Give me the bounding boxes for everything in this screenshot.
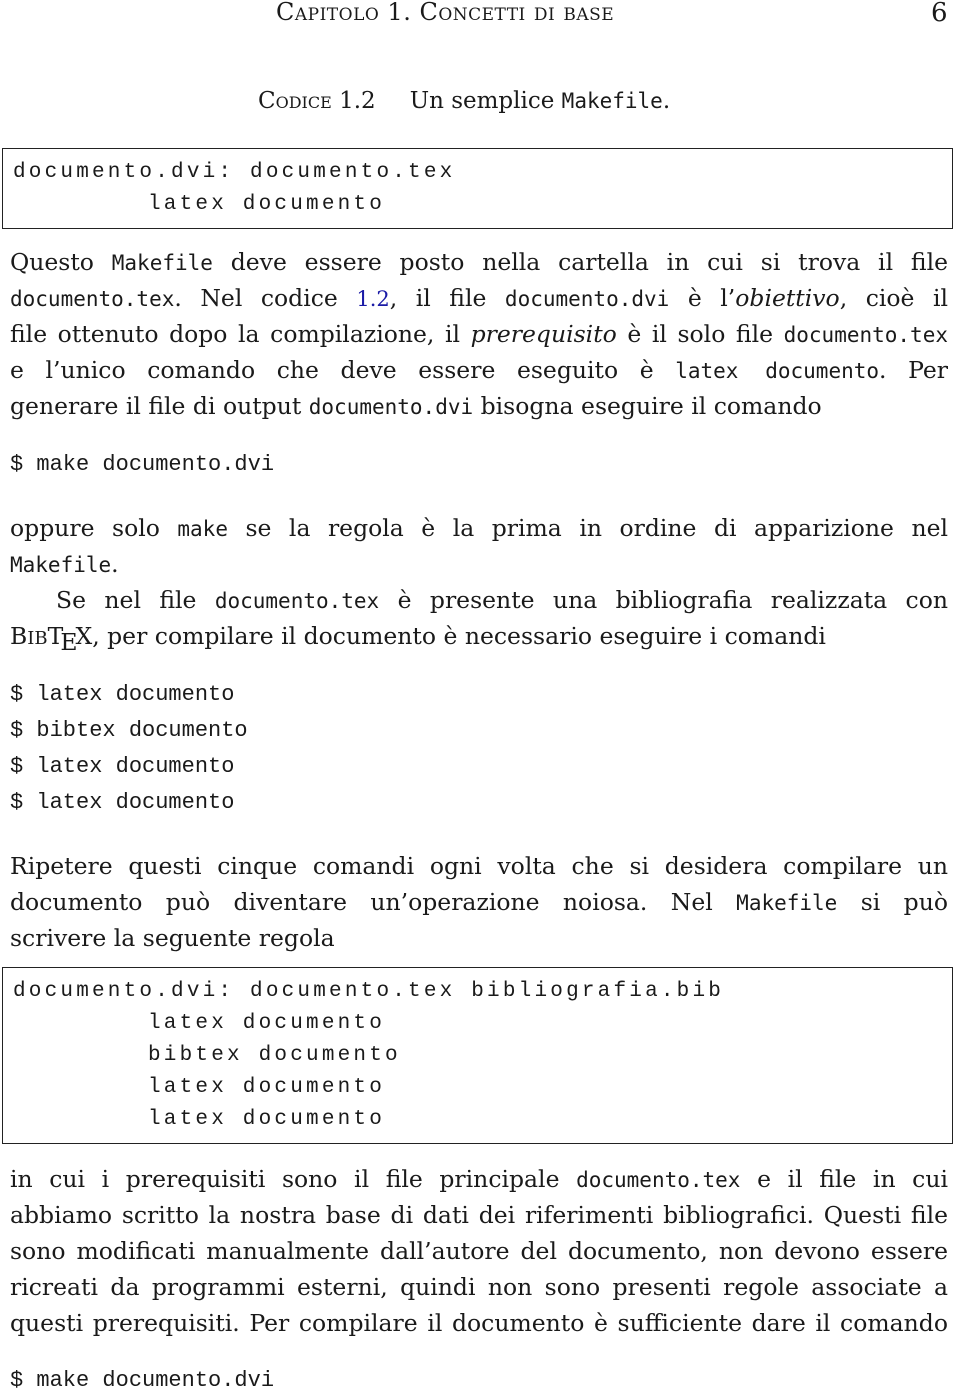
text: . Nel codice — [174, 284, 357, 312]
inline-code: make — [177, 517, 228, 541]
inline-code: Makefile — [10, 553, 112, 577]
cross-reference-link[interactable]: 1.2 — [356, 287, 389, 311]
page-number: 6 — [930, 0, 948, 28]
caption-code: Makefile — [561, 89, 663, 113]
text: bisogna eseguire il comando — [473, 392, 822, 420]
paragraph-make-default: oppure solo make se la regola è la prima… — [10, 510, 948, 582]
text: Se nel file — [56, 586, 215, 614]
text-line: Makefile. — [10, 546, 948, 582]
shell-command: $ latex documento — [10, 790, 235, 815]
text-line: Se nel file documento.tex è presente una… — [10, 582, 948, 618]
code-line: latex documento — [148, 193, 386, 216]
logo-part: B — [10, 622, 28, 650]
text: è l’ — [669, 284, 736, 312]
text-line: questi prerequisiti. Per compilare il do… — [10, 1309, 948, 1337]
shell-command: $ latex documento — [10, 754, 235, 779]
paragraph-prerequisites: in cui i prerequisiti sono il file princ… — [10, 1161, 948, 1341]
text-line: Questo Makefile deve essere posto nella … — [10, 244, 948, 280]
text: oppure solo — [10, 514, 178, 542]
text-line: scrivere la seguente regola — [10, 924, 335, 952]
code-line: latex documento — [148, 1108, 386, 1131]
code-block-simple-makefile: documento.dvi: documento.tex latex docum… — [2, 148, 953, 229]
text: , cioè il — [839, 284, 948, 312]
emphasis: obiettivo — [735, 284, 840, 312]
inline-code: documento.tex — [214, 589, 380, 613]
inline-code: documento.tex — [783, 323, 948, 347]
text: Questo — [10, 248, 112, 276]
inline-code: documento.tex — [576, 1168, 741, 1192]
code-caption: Codice 1.2 Un semplice Makefile. — [258, 88, 670, 114]
text-line: file ottenuto dopo la compilazione, il p… — [10, 316, 948, 352]
paragraph-bibtex-intro: Se nel file documento.tex è presente una… — [10, 582, 948, 656]
text: . — [111, 550, 119, 578]
text-line: e l’unico comando che deve essere esegui… — [10, 352, 948, 388]
text-line: Ripetere questi cinque comandi ogni volt… — [10, 852, 948, 880]
inline-code: Makefile — [736, 891, 838, 915]
logo-part: IB — [27, 628, 48, 649]
text-line: BIBTEX, per compilare il documento è nec… — [10, 618, 948, 656]
shell-command: $ latex documento — [10, 682, 235, 707]
paragraph-repeat-commands: Ripetere questi cinque comandi ogni volt… — [10, 848, 948, 956]
text: è il solo file — [616, 320, 784, 348]
code-line: latex documento — [148, 1012, 386, 1035]
text: in cui i prerequisiti sono il file princ… — [10, 1165, 577, 1193]
text-line: abbiamo scritto la nostra base di dati d… — [10, 1201, 948, 1229]
inline-code: Makefile — [111, 251, 213, 275]
text: file ottenuto dopo la compilazione, il — [10, 320, 471, 348]
code-line: documento.dvi: documento.tex — [13, 161, 456, 184]
text: deve essere posto nella cartella in cui … — [212, 248, 948, 276]
inline-code: documento.dvi — [308, 395, 474, 419]
code-block-bibtex-makefile: documento.dvi: documento.tex bibliografi… — [2, 967, 953, 1144]
running-head: Capitolo 1. Concetti di base 6 — [0, 0, 960, 30]
caption-label: Codice 1.2 — [258, 88, 376, 114]
code-line: documento.dvi: documento.tex bibliografi… — [13, 980, 725, 1003]
text-line: in cui i prerequisiti sono il file princ… — [10, 1161, 948, 1197]
emphasis: prerequisito — [470, 320, 617, 348]
inline-code: documento.dvi — [504, 287, 670, 311]
shell-command: $ bibtex documento — [10, 718, 248, 743]
text-line: documento può diventare un’operazione no… — [10, 884, 948, 920]
text: documento può diventare un’operazione no… — [10, 888, 737, 916]
text: , il file — [389, 284, 505, 312]
text: se la regola è la prima in ordine di app… — [227, 514, 948, 542]
chapter-title: Capitolo 1. Concetti di base — [276, 0, 615, 26]
shell-command: $ make documento.dvi — [10, 1368, 275, 1393]
inline-code: latex documento — [675, 359, 880, 383]
caption-end: . — [662, 88, 671, 114]
text: generare il file di output — [10, 392, 309, 420]
text-line: sono modificati manualmente dall’autore … — [10, 1237, 948, 1265]
logo-part: X — [75, 622, 93, 650]
text: . Per — [879, 356, 948, 384]
text: si può — [837, 888, 949, 916]
text: , per compilare il documento è necessari… — [92, 622, 826, 650]
caption-text: Un semplice — [409, 88, 562, 114]
logo-part: E — [60, 628, 78, 656]
text: è presente una bibliografia realizzata c… — [379, 586, 948, 614]
code-line: bibtex documento — [148, 1044, 401, 1067]
bibtex-logo: BIBTEX — [10, 622, 93, 656]
text: e il file in cui — [740, 1165, 948, 1193]
text-line: generare il file di output documento.dvi… — [10, 388, 948, 424]
text-line: documento.tex. Nel codice 1.2, il file d… — [10, 280, 948, 316]
text-line: oppure solo make se la regola è la prima… — [10, 510, 948, 546]
text: e l’unico comando che deve essere esegui… — [10, 356, 676, 384]
shell-command: $ make documento.dvi — [10, 452, 275, 477]
text-line: ricreati da programmi esterni, quindi no… — [10, 1273, 948, 1301]
code-line: latex documento — [148, 1076, 386, 1099]
inline-code: documento.tex — [10, 287, 175, 311]
paragraph-makefile-explanation: Questo Makefile deve essere posto nella … — [10, 244, 948, 424]
